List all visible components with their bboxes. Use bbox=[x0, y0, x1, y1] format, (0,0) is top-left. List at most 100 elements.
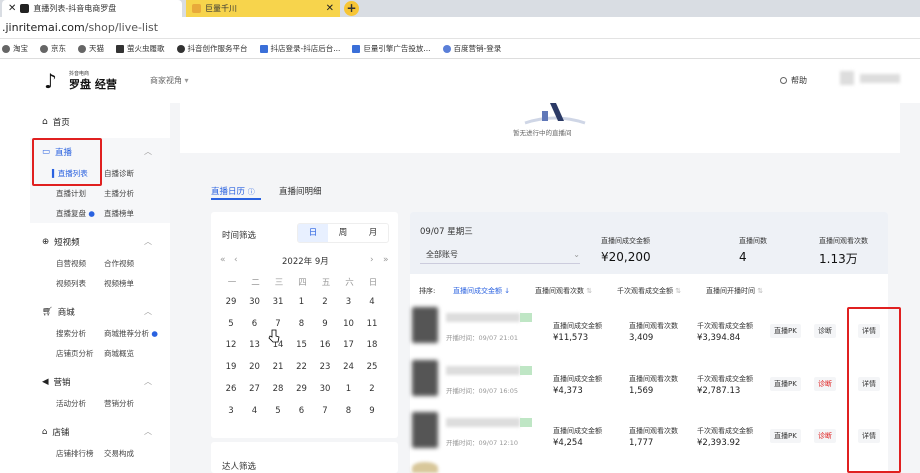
live-title[interactable] bbox=[446, 366, 520, 375]
live-title[interactable] bbox=[446, 313, 520, 322]
bookmark-baidu[interactable]: 百度营销-登录 bbox=[442, 43, 501, 54]
sort-gpm[interactable]: 千次观看成交金额 ⇅ bbox=[617, 286, 681, 296]
summary-views-label: 直播间观看次数 bbox=[819, 237, 868, 245]
sidebar-item-live-plan[interactable]: 直播计划 bbox=[56, 188, 86, 199]
sidebar-item-own-video[interactable]: 自营视频 bbox=[56, 258, 86, 269]
row-gmv: ¥11,573 bbox=[553, 333, 589, 343]
sidebar-item-video-ranking[interactable]: 视频榜单 bbox=[104, 278, 134, 289]
bookmark-doudian[interactable]: 抖店登录-抖店后台... bbox=[259, 43, 340, 54]
live-pk-button[interactable]: 直播PK bbox=[770, 377, 801, 391]
close-tab-icon[interactable]: ✕ bbox=[326, 3, 334, 14]
chevron-up-icon[interactable]: ︿ bbox=[144, 306, 152, 317]
sidebar-item-video-list[interactable]: 视频列表 bbox=[56, 278, 86, 289]
tab-live-detail[interactable]: 直播间明细 bbox=[279, 185, 322, 197]
new-tab-icon[interactable]: + bbox=[344, 1, 359, 16]
sidebar-item-mall[interactable]: 🛒︎ 商城 bbox=[42, 306, 75, 318]
sidebar-item-short-video[interactable]: ⊕ 短视频 bbox=[42, 236, 80, 248]
summary-views: 1.13万 bbox=[819, 252, 858, 266]
sidebar-item-activity[interactable]: 活动分析 bbox=[56, 398, 86, 409]
address-bar[interactable]: .jinritemai.com /shop/live-list bbox=[0, 17, 920, 39]
diagnose-button[interactable]: 诊断 bbox=[814, 429, 836, 443]
live-pk-button[interactable]: 直播PK bbox=[770, 429, 801, 443]
calendar-day: 20 bbox=[249, 362, 260, 373]
sidebar-item-store-ranking[interactable]: 店铺排行榜 bbox=[56, 448, 94, 459]
bookmark-tmall[interactable]: 天猫 bbox=[78, 43, 104, 54]
sidebar-item-live-ranking[interactable]: 直播榜单 bbox=[104, 208, 134, 219]
calendar-day[interactable]: 2 bbox=[316, 294, 334, 310]
bookmark-oceanengine[interactable]: 巨量引擎广告投放... bbox=[352, 43, 431, 54]
tab-live-list[interactable]: ✕ 直播列表-抖音电商罗盘 bbox=[2, 0, 182, 17]
sort-gmv[interactable]: 直播间成交金额 ↓ bbox=[453, 286, 510, 296]
bookmark-jd[interactable]: 京东 bbox=[40, 43, 66, 54]
sidebar-item-mall-recommend[interactable]: 商城推荐分析 ● bbox=[104, 328, 158, 339]
close-tab-icon[interactable]: ✕ bbox=[8, 3, 16, 14]
summary-gmv: ¥20,200 bbox=[601, 250, 651, 264]
account-select[interactable]: 全部账号 ⌄ bbox=[420, 246, 580, 264]
live-cover-thumbnail[interactable] bbox=[412, 360, 438, 396]
next-month-icon[interactable]: › bbox=[370, 255, 374, 265]
sidebar-item-self-diagnosis[interactable]: 自播诊断 bbox=[104, 168, 134, 179]
live-cover-thumbnail[interactable] bbox=[412, 307, 438, 343]
avatar[interactable] bbox=[840, 71, 854, 85]
chevron-up-icon[interactable]: ︿ bbox=[144, 146, 152, 157]
sidebar-item-store[interactable]: ⌂ 店铺 bbox=[42, 426, 69, 438]
tab-qianchuan[interactable]: 巨量千川 ✕ bbox=[186, 0, 340, 17]
live-cover-thumbnail[interactable] bbox=[412, 412, 438, 448]
sidebar-item-store-page[interactable]: 店铺页分析 bbox=[56, 348, 94, 359]
sidebar-item-live-review[interactable]: 直播复盘 ● bbox=[56, 208, 95, 219]
sidebar-item-search-analysis[interactable]: 搜索分析 bbox=[56, 328, 86, 339]
sidebar-item-mall-overview[interactable]: 商城概览 bbox=[104, 348, 134, 359]
talent-filter-label: 达人筛选 bbox=[222, 462, 257, 472]
live-pk-button[interactable]: 直播PK bbox=[770, 324, 801, 338]
bookmark-douyin-creator[interactable]: 抖音创作服务平台 bbox=[176, 43, 248, 54]
merchant-view-select[interactable]: 商家视角 ▾ bbox=[150, 75, 189, 86]
prev-year-icon[interactable]: « bbox=[220, 255, 226, 265]
sort-start-time[interactable]: 直播间开播时间 ⇅ bbox=[706, 286, 763, 296]
sort-icon: ⇅ bbox=[675, 287, 682, 295]
chevron-up-icon[interactable]: ︿ bbox=[144, 236, 152, 247]
calendar-day[interactable]: 5 bbox=[222, 316, 240, 332]
row-views-label: 直播间观看次数 bbox=[629, 322, 678, 330]
period-month[interactable]: 月 bbox=[358, 224, 388, 242]
prev-month-icon[interactable]: ‹ bbox=[234, 255, 238, 265]
paw-icon bbox=[442, 44, 451, 53]
calendar-day: 22 bbox=[296, 362, 307, 373]
sort-icon: ⇅ bbox=[757, 287, 764, 295]
bookmark-taobao[interactable]: 淘宝 bbox=[2, 43, 28, 54]
calendar-day: 11 bbox=[366, 318, 378, 329]
sidebar-item-coop-video[interactable]: 合作视频 bbox=[104, 258, 134, 269]
help-link[interactable]: 帮助 bbox=[780, 75, 807, 86]
globe-icon bbox=[2, 44, 10, 53]
summary-gmv-label: 直播间成交金额 bbox=[601, 237, 650, 245]
next-year-icon[interactable]: » bbox=[383, 255, 389, 265]
sidebar-item-home[interactable]: ⌂ 首页 bbox=[42, 116, 70, 128]
weekday-header: 六 bbox=[345, 278, 354, 288]
diagnose-button[interactable]: 诊断 bbox=[814, 324, 836, 338]
new-dot-icon: ● bbox=[151, 329, 158, 338]
tab-live-calendar[interactable]: 直播日历 ⓘ bbox=[211, 185, 255, 197]
calendar-day[interactable]: 3 bbox=[340, 294, 358, 310]
period-week[interactable]: 周 bbox=[328, 224, 358, 242]
sort-views[interactable]: 直播间观看次数 ⇅ bbox=[535, 286, 592, 296]
row-gmv: ¥4,254 bbox=[553, 438, 583, 448]
live-cover-thumbnail[interactable] bbox=[412, 462, 438, 473]
sidebar-item-anchor-analysis[interactable]: 主播分析 bbox=[104, 188, 134, 199]
weekday-header: 日 bbox=[368, 278, 378, 288]
time-filter-label: 时间筛选 bbox=[222, 231, 257, 241]
chevron-up-icon[interactable]: ︿ bbox=[144, 426, 152, 437]
period-day[interactable]: 日 bbox=[298, 224, 328, 242]
diagnose-button[interactable]: 诊断 bbox=[814, 377, 836, 391]
chevron-up-icon[interactable]: ︿ bbox=[144, 376, 152, 387]
bookmark-icon bbox=[116, 44, 124, 53]
bookmark-yinghuo[interactable]: 萤火虫履歌 bbox=[116, 43, 165, 54]
sidebar-item-marketing-analysis[interactable]: 营销分析 bbox=[104, 398, 134, 409]
calendar-day[interactable]: 4 bbox=[363, 294, 381, 310]
calendar-day[interactable]: 1 bbox=[293, 294, 311, 310]
sidebar-item-marketing[interactable]: ◀ 营销 bbox=[42, 376, 71, 388]
row-gpm-label: 千次观看成交金额 bbox=[697, 322, 753, 330]
calendar-day[interactable]: 6 bbox=[246, 316, 264, 332]
account-name[interactable] bbox=[860, 74, 900, 83]
live-title[interactable] bbox=[446, 418, 520, 427]
home-icon: ⌂ bbox=[42, 117, 48, 127]
sidebar-item-trade-composition[interactable]: 交易构成 bbox=[104, 448, 134, 459]
